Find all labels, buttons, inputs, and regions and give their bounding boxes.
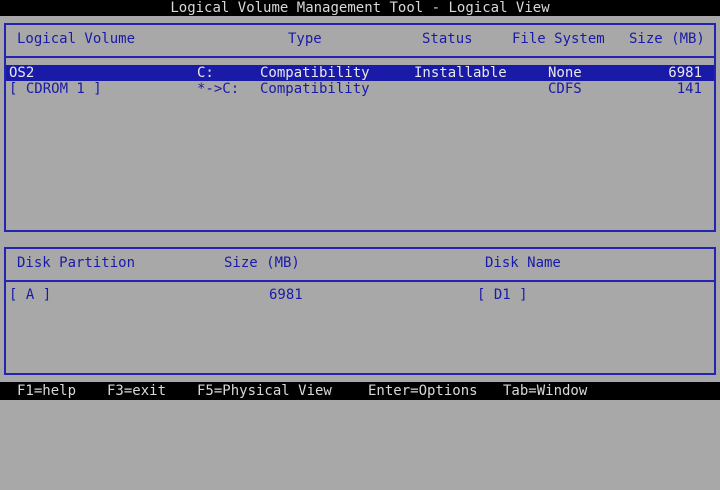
volume-type: Compatibility	[260, 65, 370, 81]
column-header-disk-partition: Disk Partition	[17, 255, 136, 271]
volume-type: Compatibility	[260, 81, 370, 97]
disk-partition-panel[interactable]: Disk Partition Size (MB) Disk Name [ A ]…	[4, 247, 716, 375]
column-header-partition-size: Size (MB)	[224, 255, 300, 271]
volume-row-os2[interactable]: OS2 C: Compatibility Installable None 69…	[6, 65, 714, 81]
partition-size: 6981	[269, 287, 303, 303]
header-divider	[6, 56, 714, 58]
volume-row-cdrom[interactable]: [ CDROM 1 ] *->C: Compatibility CDFS 141	[6, 81, 714, 97]
partition-disk-name: [ D1 ]	[477, 287, 528, 303]
tab-window-key[interactable]: Tab=Window	[503, 382, 587, 400]
enter-options-key[interactable]: Enter=Options	[368, 382, 478, 400]
window-title: Logical Volume Management Tool - Logical…	[0, 0, 720, 16]
column-header-disk-name: Disk Name	[485, 255, 561, 271]
f3-exit-key[interactable]: F3=exit	[107, 382, 166, 400]
volume-status: Installable	[414, 65, 507, 81]
f1-help-key[interactable]: F1=help	[17, 382, 76, 400]
volume-size: 141	[676, 81, 702, 97]
volume-file-system: CDFS	[548, 81, 582, 97]
f5-physical-view-key[interactable]: F5=Physical View	[197, 382, 332, 400]
column-header-logical-volume: Logical Volume	[17, 31, 136, 47]
partition-table-header: Disk Partition Size (MB) Disk Name	[6, 255, 714, 271]
volume-size: 6981	[668, 65, 702, 81]
column-header-size: Size (MB)	[629, 31, 705, 47]
partition-row-a[interactable]: [ A ] 6981 [ D1 ]	[6, 287, 714, 303]
volume-table-header: Logical Volume Type Status File System S…	[6, 31, 714, 47]
volume-name: OS2	[9, 65, 35, 81]
column-header-status: Status	[422, 31, 473, 47]
partition-name: [ A ]	[9, 287, 52, 303]
logical-volume-panel[interactable]: Logical Volume Type Status File System S…	[4, 23, 716, 232]
column-header-file-system: File System	[512, 31, 605, 47]
volume-name: [ CDROM 1 ]	[9, 81, 102, 97]
column-header-type: Type	[288, 31, 322, 47]
header-divider	[6, 280, 714, 282]
function-key-bar: F1=help F3=exit F5=Physical View Enter=O…	[0, 382, 720, 400]
volume-drive: *->C:	[197, 81, 240, 97]
volume-drive: C:	[197, 65, 214, 81]
volume-file-system: None	[548, 65, 582, 81]
